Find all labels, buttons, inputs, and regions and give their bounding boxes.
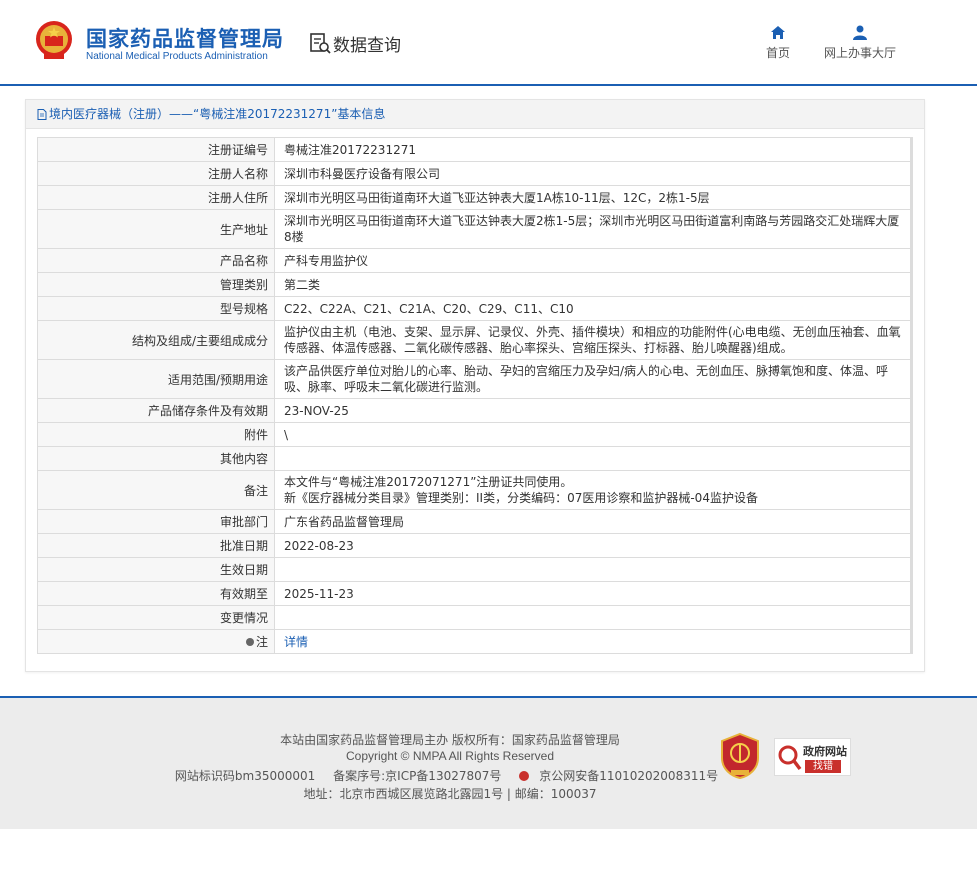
field-value: 第二类: [274, 272, 913, 297]
field-label: 注册人住所: [37, 185, 275, 210]
table-row: 型号规格 C22、C22A、C21、C21A、C20、C29、C11、C10: [37, 296, 913, 321]
field-value: 粤械注准20172231271: [274, 137, 913, 162]
table-row: 审批部门 广东省药品监督管理局: [37, 509, 913, 534]
field-label: 批准日期: [37, 533, 275, 558]
remark-line-1: 本文件与“粤械注准20172071271”注册证共同使用。: [284, 475, 573, 489]
field-label: 附件: [37, 422, 275, 447]
field-label: 注册证编号: [37, 137, 275, 162]
panel-title-text: 境内医疗器械（注册）——“粤械注准20172231271”基本信息: [49, 107, 386, 121]
gov-website-label: 政府网站: [803, 745, 847, 758]
footer-police-text: 京公网安备11010202008311号: [539, 769, 719, 783]
table-row: 适用范围/预期用途 该产品供医疗单位对胎儿的心率、胎动、孕妇的宫缩压力及孕妇/病…: [37, 359, 913, 399]
national-emblem-logo: [36, 21, 72, 59]
field-value: 广东省药品监督管理局: [274, 509, 913, 534]
magnifier-icon: [778, 745, 802, 771]
table-row: 生产地址 深圳市光明区马田街道南环大道飞亚达钟表大厦2栋1-5层；深圳市光明区马…: [37, 209, 913, 249]
table-row: 注册人住所 深圳市光明区马田街道南环大道飞亚达钟表大厦1A栋10-11层、12C…: [37, 185, 913, 210]
device-info-panel: 境内医疗器械（注册）——“粤械注准20172231271”基本信息 注册证编号 …: [25, 99, 925, 672]
field-label: 变更情况: [37, 605, 275, 630]
nav-home-label: 首页: [765, 46, 790, 60]
table-row: 产品名称 产科专用监护仪: [37, 248, 913, 273]
table-row: 附件 \: [37, 422, 913, 447]
table-row: 注册证编号 粤械注准20172231271: [37, 137, 913, 162]
field-value: 产科专用监护仪: [274, 248, 913, 273]
footer-address: 地址：北京市西城区展览路北露园1号 | 邮编：100037: [303, 787, 597, 801]
site-logo-en: National Medical Products Administration: [86, 51, 268, 62]
document-icon: [37, 109, 47, 120]
field-label: 注册人名称: [37, 161, 275, 186]
data-query-icon: [310, 33, 331, 54]
table-row: 其他内容: [37, 446, 913, 471]
table-row: 有效期至 2025-11-23: [37, 581, 913, 606]
info-table: 注册证编号 粤械注准20172231271 注册人名称 深圳市科曼医疗设备有限公…: [37, 137, 913, 654]
field-label: 产品储存条件及有效期: [37, 398, 275, 423]
field-value: \: [274, 422, 913, 447]
table-row: 生效日期: [37, 557, 913, 582]
field-value: 该产品供医疗单位对胎儿的心率、胎动、孕妇的宫缩压力及孕妇/病人的心电、无创血压、…: [274, 359, 913, 399]
field-value: 本文件与“粤械注准20172071271”注册证共同使用。 新《医疗器械分类目录…: [274, 470, 913, 510]
details-link[interactable]: 详情: [284, 635, 308, 649]
table-row: 变更情况: [37, 605, 913, 630]
field-label: 结构及组成/主要组成成分: [37, 320, 275, 360]
home-icon: [771, 26, 785, 39]
field-label: 型号规格: [37, 296, 275, 321]
field-value: C22、C22A、C21、C21A、C20、C29、C11、C10: [274, 296, 913, 321]
remark-line-2: 新《医疗器械分类目录》管理类别：II类，分类编码：07医用诊察和监护器械-04监…: [284, 491, 758, 505]
table-row: 结构及组成/主要组成成分 监护仪由主机（电池、支架、显示屏、记录仪、外壳、插件模…: [37, 320, 913, 360]
field-label: 其他内容: [37, 446, 275, 471]
field-label: 有效期至: [37, 581, 275, 606]
nav-online-office[interactable]: 网上办事大厅: [820, 25, 900, 61]
user-icon: [853, 25, 867, 40]
field-value: [274, 605, 913, 630]
field-label: 注: [37, 629, 275, 654]
find-error-label: 找错: [805, 760, 841, 773]
pin-icon: [245, 638, 254, 646]
field-value: 2025-11-23: [274, 581, 913, 606]
site-footer: 本站由国家药品监督管理局主办 版权所有：国家药品监督管理局 Copyright …: [0, 696, 977, 829]
field-label: 产品名称: [37, 248, 275, 273]
table-row: 管理类别 第二类: [37, 272, 913, 297]
footer-sponsor: 本站由国家药品监督管理局主办 版权所有：国家药品监督管理局: [280, 733, 620, 747]
table-row: 备注 本文件与“粤械注准20172071271”注册证共同使用。 新《医疗器械分…: [37, 470, 913, 510]
field-value: 深圳市光明区马田街道南环大道飞亚达钟表大厦1A栋10-11层、12C，2栋1-5…: [274, 185, 913, 210]
panel-title: 境内医疗器械（注册）——“粤械注准20172231271”基本信息: [26, 100, 924, 129]
nav-home[interactable]: 首页: [762, 25, 794, 61]
field-value: [274, 446, 913, 471]
field-label: 适用范围/预期用途: [37, 359, 275, 399]
footer-police[interactable]: 京公网安备11010202008311号: [519, 769, 725, 783]
field-value: 2022-08-23: [274, 533, 913, 558]
nav-online-office-label: 网上办事大厅: [823, 46, 896, 60]
note-label: 注: [255, 635, 268, 649]
table-row: 注册人名称 深圳市科曼医疗设备有限公司: [37, 161, 913, 186]
table-row: 产品储存条件及有效期 23-NOV-25: [37, 398, 913, 423]
footer-copyright: Copyright © NMPA All Rights Reserved: [345, 749, 555, 763]
party-gov-org-badge-icon[interactable]: [719, 732, 761, 780]
field-label: 管理类别: [37, 272, 275, 297]
field-value: 监护仪由主机（电池、支架、显示屏、记录仪、外壳、插件模块）和相应的功能附件(心电…: [274, 320, 913, 360]
field-label: 生效日期: [37, 557, 275, 582]
footer-icp[interactable]: 备案序号:京ICP备13027807号: [333, 769, 501, 783]
field-label: 备注: [37, 470, 275, 510]
field-label: 生产地址: [37, 209, 275, 249]
field-value: 23-NOV-25: [274, 398, 913, 423]
table-row: 注 详情: [37, 629, 913, 654]
field-value: 深圳市科曼医疗设备有限公司: [274, 161, 913, 186]
field-label: 审批部门: [37, 509, 275, 534]
footer-site-id: 网站标识码bm35000001: [174, 769, 316, 783]
site-header: 国家药品监督管理局 National Medical Products Admi…: [0, 0, 977, 86]
table-row: 批准日期 2022-08-23: [37, 533, 913, 558]
footer-registration: 网站标识码bm35000001 备案序号:京ICP备13027807号 京公网安…: [0, 767, 900, 784]
police-badge-icon: [519, 771, 530, 781]
field-value: 详情: [274, 629, 913, 654]
field-value: [274, 557, 913, 582]
site-logo-cn[interactable]: 国家药品监督管理局: [86, 23, 284, 53]
gov-website-error-report[interactable]: 政府网站 找错: [774, 738, 851, 776]
data-query-label[interactable]: 数据查询: [333, 31, 401, 56]
field-value: 深圳市光明区马田街道南环大道飞亚达钟表大厦2栋1-5层；深圳市光明区马田街道富利…: [274, 209, 913, 249]
